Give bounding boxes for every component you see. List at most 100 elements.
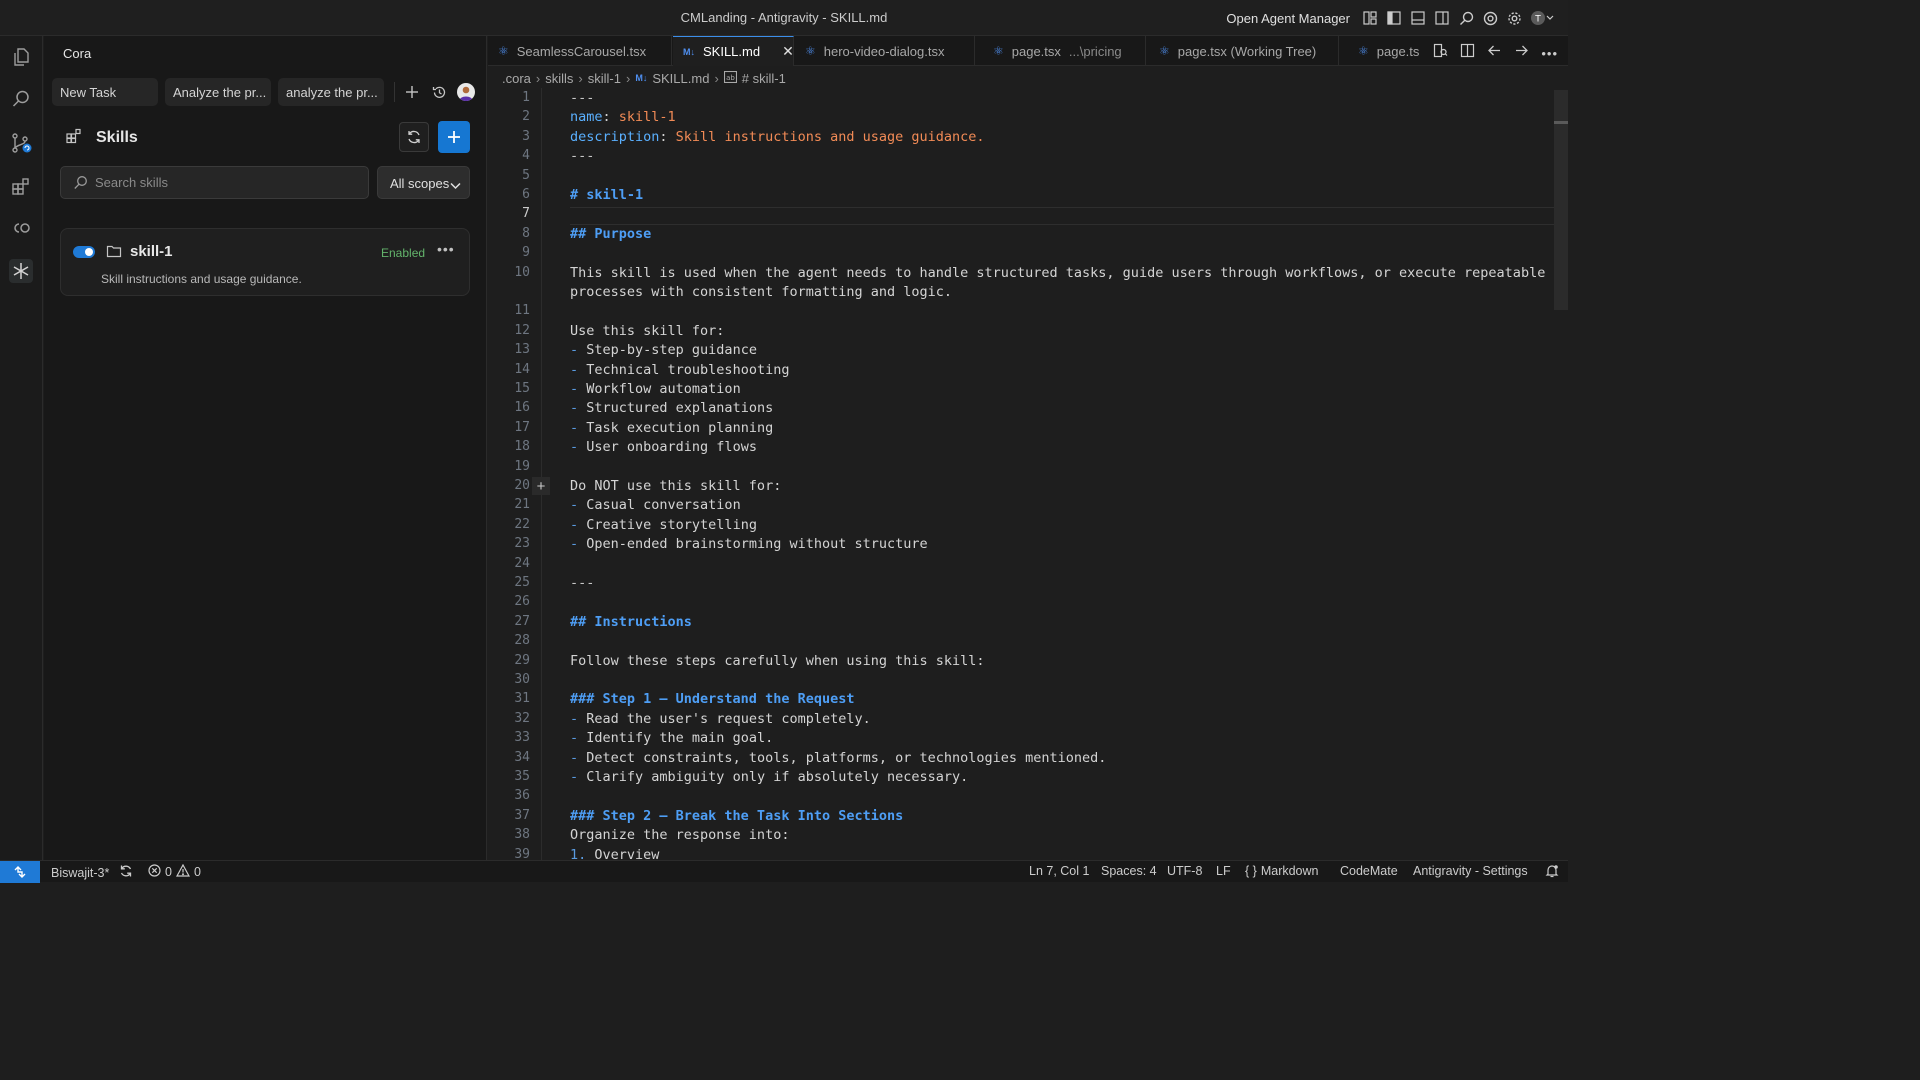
chrome-icon[interactable] (1482, 10, 1498, 26)
code-line[interactable]: ### Step 2 — Break the Task Into Section… (570, 808, 903, 824)
split-editor-icon[interactable] (1460, 43, 1475, 63)
code-line[interactable]: - Creative storytelling (570, 517, 757, 533)
code-line[interactable]: This skill is used when the agent needs … (570, 265, 1545, 281)
account-avatar-icon[interactable]: T (1530, 10, 1554, 26)
breadcrumb-item[interactable]: .cora (502, 71, 531, 86)
copilot-icon[interactable] (9, 216, 33, 240)
breadcrumb-item[interactable]: skills (545, 71, 573, 86)
code-line[interactable]: - Task execution planning (570, 420, 773, 436)
open-agent-manager-button[interactable]: Open Agent Manager (1226, 11, 1350, 26)
code-line[interactable]: ## Instructions (570, 614, 692, 630)
add-comment-icon[interactable]: + (532, 477, 550, 495)
go-back-icon[interactable] (1487, 43, 1502, 63)
tab-label: hero-video-dialog.tsx (823, 43, 945, 59)
code-line[interactable]: - Read the user's request completely. (570, 711, 871, 727)
refresh-button[interactable] (399, 122, 429, 152)
code-line[interactable]: --- (570, 575, 594, 591)
source-control-icon[interactable] (9, 131, 33, 155)
line-number: 23 (514, 536, 530, 552)
files-icon[interactable] (9, 45, 33, 69)
search-skills-input[interactable] (95, 175, 355, 190)
language-mode[interactable]: { } Markdown (1245, 864, 1319, 878)
code-line[interactable]: - Identify the main goal. (570, 730, 773, 746)
tab-page-ts[interactable]: ⚛ page.ts (1348, 36, 1428, 66)
code-line[interactable]: description: Skill instructions and usag… (570, 129, 985, 145)
close-icon[interactable]: ✕ (782, 43, 793, 60)
toggle-panel-icon[interactable] (1410, 10, 1426, 26)
breadcrumb-item[interactable]: skill-1 (588, 71, 621, 86)
tab-page-working-tree[interactable]: ⚛ page.tsx (Working Tree) (1149, 36, 1339, 66)
code-line[interactable]: name: skill-1 (570, 109, 676, 125)
indentation-indicator[interactable]: Spaces: 4 (1101, 864, 1157, 878)
line-number: 39 (514, 846, 530, 860)
code-line[interactable]: 1. Overview (570, 847, 659, 860)
line-number: 30 (514, 672, 530, 687)
search-skills-field[interactable] (60, 166, 369, 199)
scope-select[interactable]: All scopes (377, 166, 470, 199)
notifications-bell-icon[interactable] (1545, 864, 1559, 878)
search-icon[interactable] (9, 87, 33, 111)
skill-enabled-toggle[interactable] (73, 246, 95, 258)
skill-card[interactable]: skill-1 Enabled ••• Skill instructions a… (60, 228, 470, 296)
problems-indicator[interactable]: 0 0 (148, 863, 201, 880)
toggle-secondary-sidebar-icon[interactable] (1434, 10, 1450, 26)
code-line[interactable]: - User onboarding flows (570, 439, 757, 455)
chevron-right-icon: › (535, 70, 541, 86)
code-line[interactable]: Follow these steps carefully when using … (570, 653, 985, 669)
branch-indicator[interactable]: Biswajit-3* (51, 864, 133, 881)
search-icon (73, 175, 88, 195)
code-line[interactable]: - Step-by-step guidance (570, 342, 757, 358)
breadcrumb: .cora › skills › skill-1 › M↓ SKILL.md ›… (502, 70, 786, 86)
folder-icon (106, 243, 122, 264)
tab-hero-video-dialog[interactable]: ⚛ hero-video-dialog.tsx (795, 36, 975, 66)
code-line[interactable]: - Detect constraints, tools, platforms, … (570, 750, 1106, 766)
code-line[interactable]: ## Purpose (570, 226, 651, 242)
code-line[interactable]: processes with consistent formatting and… (570, 284, 952, 300)
open-preview-icon[interactable] (1433, 43, 1448, 63)
gear-icon[interactable] (1506, 10, 1522, 26)
code-line[interactable]: --- (570, 90, 594, 106)
plus-icon[interactable] (404, 84, 420, 100)
code-line[interactable]: Use this skill for: (570, 323, 724, 339)
add-skill-button[interactable] (438, 121, 470, 153)
search-icon[interactable] (1458, 10, 1474, 26)
code-editor[interactable]: 1 2 3 4 5 6 7 8 9 10 11 12 13 14 15 16 17 18 19 20 21 22 23 24 2… (488, 88, 1568, 860)
sync-icon[interactable] (119, 864, 133, 881)
codemate-indicator[interactable]: CodeMate (1340, 864, 1398, 878)
code-line[interactable]: Do NOT use this skill for: (570, 478, 781, 494)
cursor-position[interactable]: Ln 7, Col 1 (1029, 864, 1089, 878)
skills-icon[interactable] (9, 259, 33, 283)
code-line[interactable]: - Workflow automation (570, 381, 741, 397)
settings-indicator[interactable]: Antigravity - Settings (1413, 864, 1528, 878)
code-line[interactable]: # skill-1 (570, 187, 643, 203)
task-tab-analyze-1[interactable]: Analyze the pr... (165, 78, 271, 106)
encoding-indicator[interactable]: UTF-8 (1167, 864, 1202, 878)
code-line[interactable]: Organize the response into: (570, 827, 789, 843)
avatar[interactable] (457, 83, 475, 101)
code-line[interactable]: --- (570, 148, 594, 164)
more-actions-icon[interactable]: ••• (1541, 46, 1558, 61)
code-line[interactable]: - Technical troubleshooting (570, 362, 789, 378)
code-line[interactable]: - Clarify ambiguity only if absolutely n… (570, 769, 968, 785)
remote-indicator-icon[interactable] (0, 861, 40, 883)
eol-indicator[interactable]: LF (1216, 864, 1231, 878)
task-tab-new[interactable]: New Task (52, 78, 158, 106)
toggle-primary-sidebar-icon[interactable] (1386, 10, 1402, 26)
history-icon[interactable] (431, 84, 447, 100)
tab-seamless-carousel[interactable]: ⚛ SeamlessCarousel.tsx (488, 36, 672, 66)
task-tab-analyze-2[interactable]: analyze the pr... (278, 78, 384, 106)
scope-select-value: All scopes (390, 176, 450, 191)
breadcrumb-item[interactable]: # skill-1 (742, 71, 786, 86)
go-forward-icon[interactable] (1514, 43, 1529, 63)
code-line[interactable]: - Structured explanations (570, 400, 773, 416)
code-line[interactable]: - Casual conversation (570, 497, 741, 513)
code-line[interactable]: - Open-ended brainstorming without struc… (570, 536, 928, 552)
layout-grid-icon[interactable] (1362, 10, 1378, 26)
code-line[interactable]: ### Step 1 — Understand the Request (570, 691, 854, 707)
breadcrumb-item[interactable]: SKILL.md (652, 71, 709, 86)
tab-skill-md[interactable]: M↓ SKILL.md ✕ (673, 36, 794, 66)
more-options-icon[interactable]: ••• (437, 241, 455, 257)
tab-page-pricing[interactable]: ⚛ page.tsx ...\pricing (983, 36, 1146, 66)
extensions-icon[interactable] (9, 174, 33, 198)
line-number: 29 (514, 652, 530, 668)
